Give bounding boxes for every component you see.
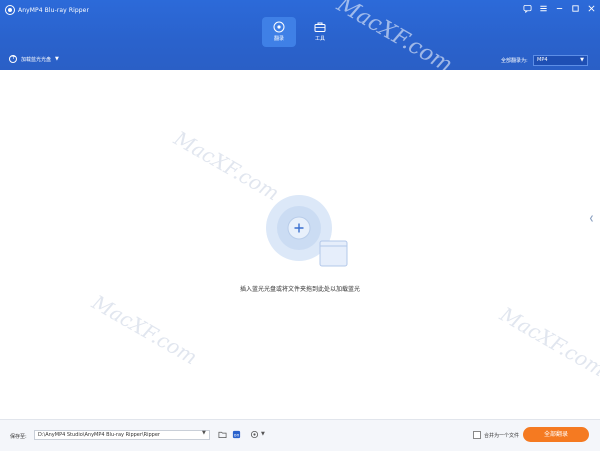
- toolbar: 加载蓝光光盘 ▼ 全部翻录为: MP4 ▼: [0, 52, 600, 70]
- watermark: MacXF.com: [496, 302, 600, 382]
- rip-all-to-label: 全部翻录为:: [501, 58, 528, 64]
- chevron-down-icon: ▼: [580, 57, 584, 63]
- tab-label: 翻录: [273, 36, 284, 42]
- tab-label: 工具: [314, 36, 325, 42]
- format-value: MP4: [537, 57, 548, 63]
- close-icon[interactable]: [586, 3, 596, 13]
- merge-checkbox[interactable]: 合并为一个文件: [473, 431, 519, 439]
- app-logo: [5, 5, 15, 15]
- svg-text:on: on: [234, 433, 240, 438]
- add-disc-icon: [9, 54, 17, 63]
- format-select[interactable]: MP4 ▼: [533, 55, 588, 66]
- feedback-icon[interactable]: [522, 3, 532, 13]
- output-path-field[interactable]: D:\AnyMP4 Studio\AnyMP4 Blu-ray Ripper\R…: [34, 430, 210, 440]
- maximize-icon[interactable]: [570, 3, 580, 13]
- drop-hint: 插入蓝光光盘或将文件夹拖到此处以加载蓝光: [239, 286, 360, 293]
- load-bluray-button[interactable]: 加载蓝光光盘 ▼: [9, 54, 59, 63]
- window-title: AnyMP4 Blu-ray Ripper: [18, 7, 90, 14]
- merge-label: 合并为一个文件: [484, 432, 520, 439]
- tab-ripper[interactable]: 翻录: [262, 17, 296, 47]
- chevron-left-icon[interactable]: ❮: [589, 215, 594, 222]
- app-header: AnyMP4 Blu-ray Ripper 翻录 工具 MacXF.com + …: [0, 0, 600, 78]
- footer-bar: 保存至: D:\AnyMP4 Studio\AnyMP4 Blu-ray Rip…: [0, 419, 600, 451]
- menu-icon[interactable]: [538, 3, 548, 13]
- save-to-label: 保存至:: [10, 434, 27, 440]
- folder-icon[interactable]: [218, 430, 227, 439]
- tab-toolbox[interactable]: 工具: [303, 17, 337, 47]
- chevron-down-icon[interactable]: ▼: [261, 431, 265, 437]
- toolbox-icon: [314, 22, 326, 32]
- chevron-down-icon[interactable]: ▼: [202, 430, 206, 436]
- minimize-icon[interactable]: [554, 3, 564, 13]
- rip-all-button[interactable]: 全部翻录: [523, 427, 589, 442]
- window-controls: [522, 3, 596, 13]
- hardware-acceleration-icon[interactable]: on: [232, 430, 241, 439]
- checkbox[interactable]: [473, 431, 481, 439]
- settings-gear-icon[interactable]: [250, 430, 259, 439]
- load-bluray-label: 加载蓝光光盘: [21, 56, 52, 63]
- add-disc-placeholder-icon[interactable]: [264, 190, 348, 270]
- watermark: MacXF.com: [88, 290, 202, 370]
- chevron-down-icon: ▼: [55, 56, 59, 62]
- disc-icon: [273, 21, 285, 33]
